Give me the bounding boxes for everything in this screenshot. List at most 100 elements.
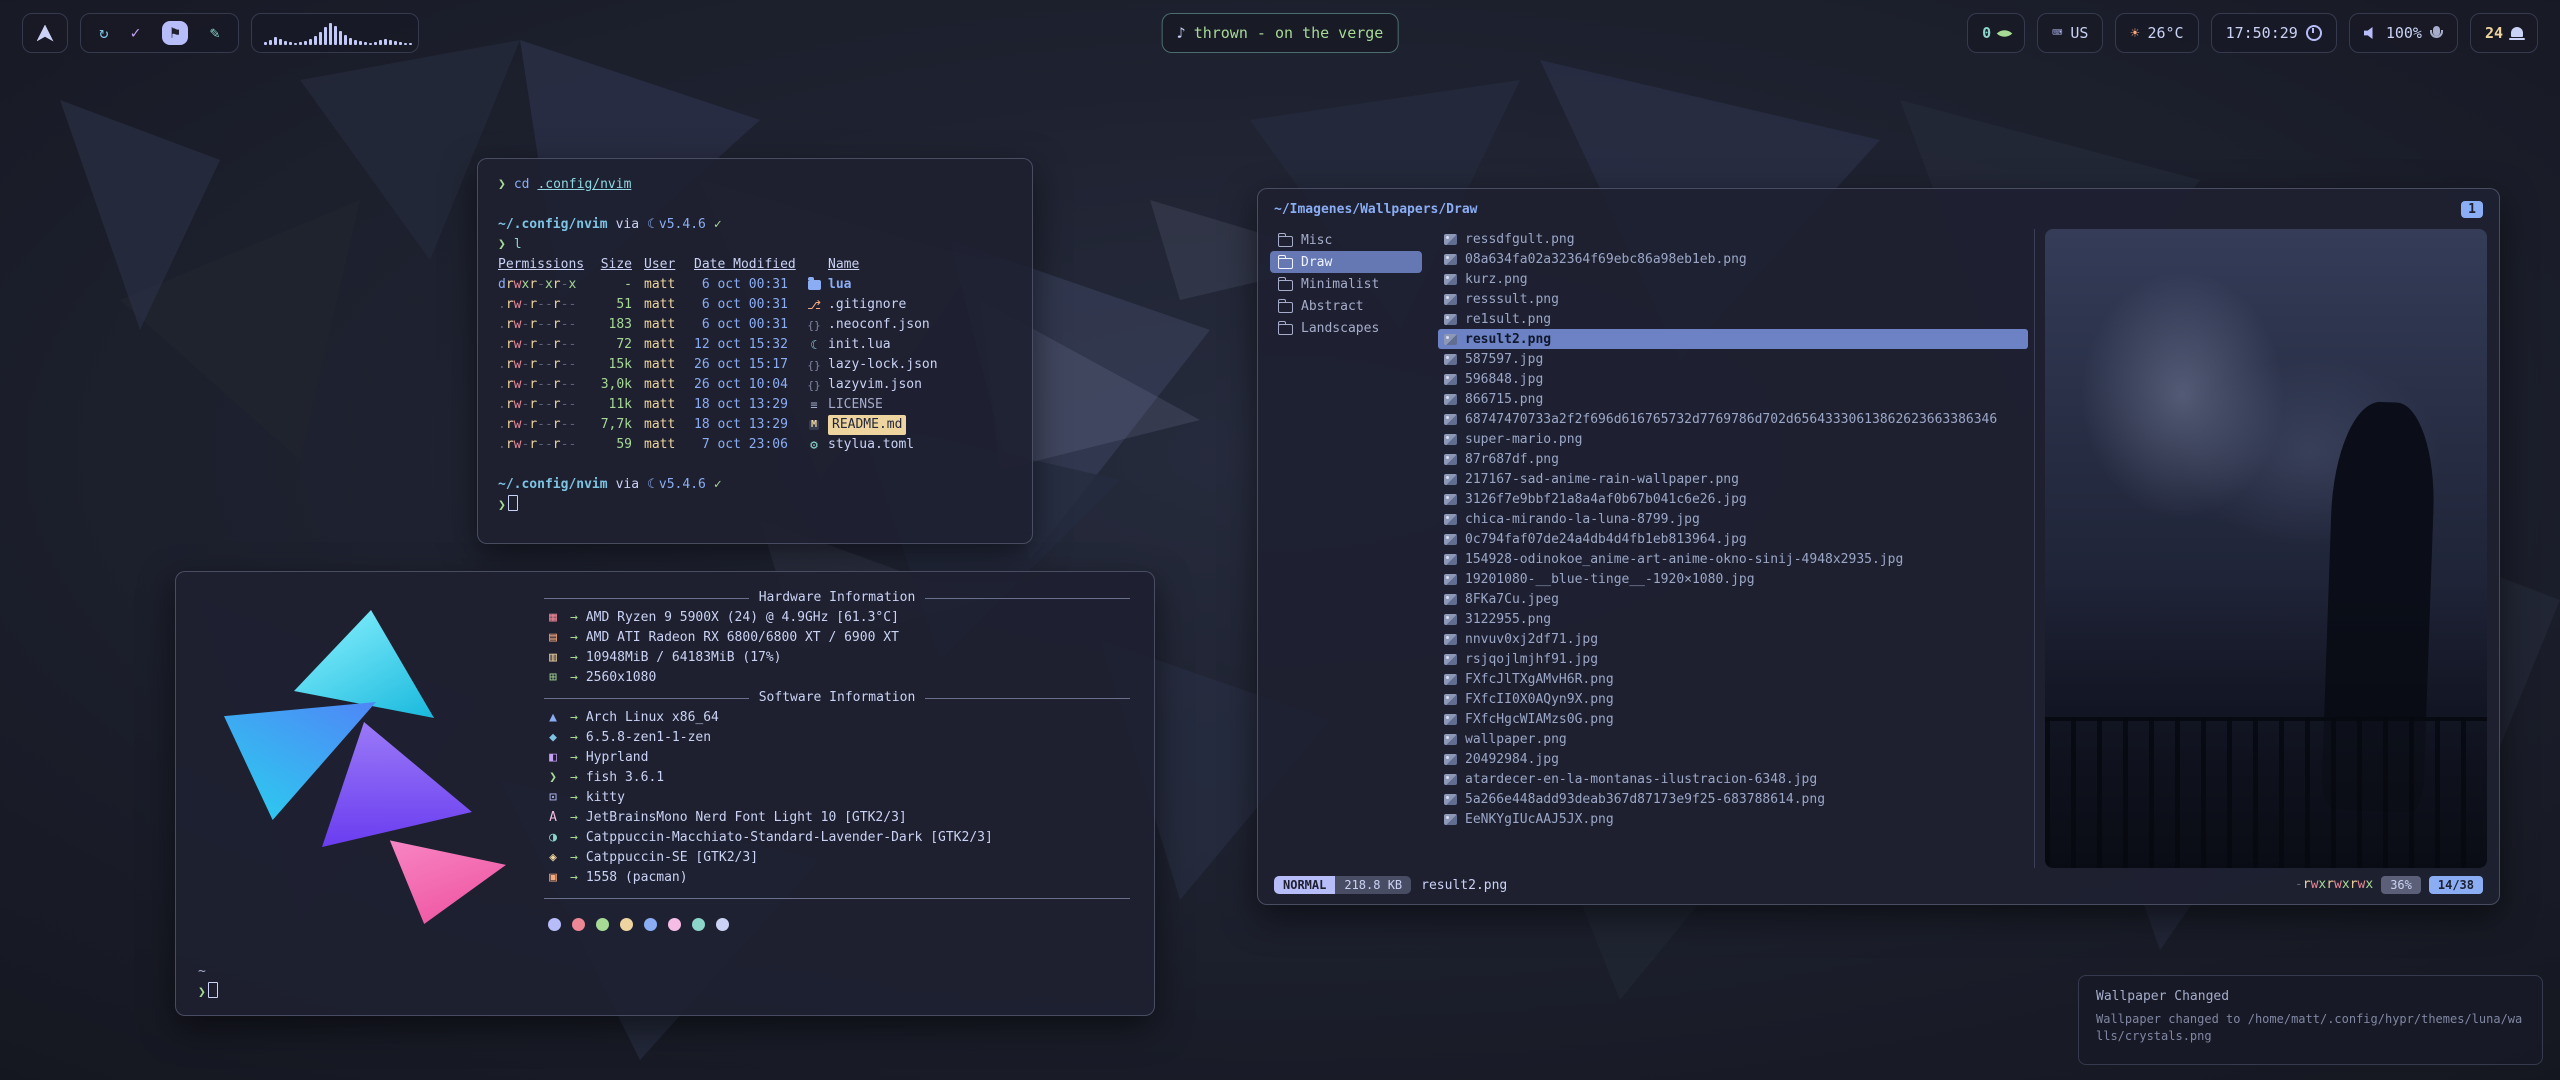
file-list-item[interactable]: 20492984.jpg [1438,749,2028,769]
image-file-icon [1444,754,1457,765]
file-name: 19201080-__blue-tinge__-1920×1080.jpg [1465,572,1755,587]
file-list-item[interactable]: 3122955.png [1438,609,2028,629]
file-list-item[interactable]: 0c794faf07de24a4db4d4fb1eb813964.jpg [1438,529,2028,549]
prompt-input-line[interactable]: ❯ [498,495,1012,515]
software-icon: ◆ [544,728,562,748]
file-listing-row: .rw-r--r-- 15k matt 26 oct 15:17 lazy-lo… [498,355,1012,375]
workspace-button[interactable]: ✓ [131,25,141,41]
file-type-icon [807,360,820,371]
audio-visualizer-module[interactable] [251,13,419,53]
file-list-item[interactable]: nnvuv0xj2df71.jpg [1438,629,2028,649]
file-name: init.lua [828,335,891,355]
file-list-item[interactable]: 5a266e448add93deab367d87173e9f25-6837886… [1438,789,2028,809]
file-manager-window[interactable]: ~/Imagenes/Wallpapers/Draw 1 Misc Draw M… [1257,188,2500,905]
image-file-icon [1444,494,1457,505]
file-list-item[interactable]: 68747470733a2f2f696d616765732d7769786d70… [1438,409,2028,429]
visualizer-bar [354,40,357,45]
section-footer-line [544,888,1130,908]
keyboard-layout-module[interactable]: ⌨ US [2037,13,2103,53]
command: cd [514,177,530,192]
file-name: lazy-lock.json [828,355,938,375]
file-list-item[interactable]: EeNKYgIUcAAJ5JX.png [1438,809,2028,829]
file-name: resssult.png [1465,292,1559,307]
file-list-item[interactable]: re1sult.png [1438,309,2028,329]
command-line: ❯l [498,235,1012,255]
file-name: 87r687df.png [1465,452,1559,467]
sidebar-folder-item[interactable]: Misc [1270,229,1422,251]
software-value: 6.5.8-zen1-1-zen [586,728,711,748]
workspace-button[interactable]: ✎ [210,25,220,41]
temperature-module[interactable]: ☀ 26°C [2115,13,2198,53]
hardware-value: 2560x1080 [586,668,656,688]
arrow-icon: → [570,748,578,768]
file-list-item[interactable]: 587597.jpg [1438,349,2028,369]
launcher-arrow-icon [37,25,54,42]
file-list-item[interactable]: wallpaper.png [1438,729,2028,749]
weather-icon: ☀ [2130,26,2139,41]
sidebar-folder-item[interactable]: Draw [1270,251,1422,273]
workspace-button[interactable]: ↻ [99,25,109,41]
updates-module[interactable]: 0 [1967,13,2025,53]
file-owner: matt [644,415,682,435]
file-name: atardecer-en-la-montanas-ilustracion-634… [1465,772,1817,787]
file-list-item[interactable]: 87r687df.png [1438,449,2028,469]
image-file-icon [1444,514,1457,525]
command-arg: .config/nvim [537,177,631,192]
file-list-item[interactable]: 08a634fa02a32364f69ebc86a98eb1eb.png [1438,249,2028,269]
file-size: 51 [592,295,632,315]
sidebar-folder-item[interactable]: Minimalist [1270,273,1422,295]
volume-module[interactable]: 100% [2349,13,2458,53]
file-date: 26 oct 10:04 [694,375,796,395]
palette-dot [548,918,561,931]
status-bar: ↻ ✓ ⚑ ✎ [22,12,2538,54]
file-list-item[interactable]: FXfcII0X0AQyn9X.png [1438,689,2028,709]
file-list-item[interactable]: 866715.png [1438,389,2028,409]
header-user: User [644,255,682,275]
media-player-module[interactable]: ♪ thrown - on the verge [1162,13,1399,53]
file-list-item[interactable]: atardecer-en-la-montanas-ilustracion-634… [1438,769,2028,789]
file-list-item[interactable]: FXfcHgcWIAMzs0G.png [1438,709,2028,729]
file-list-item[interactable]: chica-mirando-la-luna-8799.jpg [1438,509,2028,529]
fastfetch-terminal-window[interactable]: Hardware Information ▦ → AMD Ryzen 9 590… [175,571,1155,1016]
shell-prompt[interactable]: ~ ❯ [198,962,218,1003]
sidebar-folder-item[interactable]: Landscapes [1270,317,1422,339]
file-list-item[interactable]: rsjqojlmjhf91.jpg [1438,649,2028,669]
file-list-item[interactable]: FXfcJlTXgAMvH6R.png [1438,669,2028,689]
folder-icon [1278,302,1293,313]
file-owner: matt [644,435,682,455]
file-list-item[interactable]: 19201080-__blue-tinge__-1920×1080.jpg [1438,569,2028,589]
sidebar-folder-item[interactable]: Abstract [1270,295,1422,317]
file-list-item[interactable]: resssult.png [1438,289,2028,309]
workspace-button[interactable]: ⚑ [162,21,188,45]
file-list-item[interactable]: 217167-sad-anime-rain-wallpaper.png [1438,469,2028,489]
header-date: Date Modified [694,255,796,275]
file-list-item[interactable]: 596848.jpg [1438,369,2028,389]
image-file-icon [1444,434,1457,445]
notification-popup[interactable]: Wallpaper Changed Wallpaper changed to /… [2078,975,2543,1065]
file-list-item[interactable]: 8FKa7Cu.jpeg [1438,589,2028,609]
tab-count-badge[interactable]: 1 [2461,201,2483,218]
file-type-icon [810,339,817,351]
notifications-module[interactable]: 24 [2470,13,2538,53]
hardware-icon: ⊞ [544,668,562,688]
file-listing-row: .rw-r--r-- 183 matt 6 oct 00:31 .neoconf… [498,315,1012,335]
visualizer-bar [314,36,317,45]
file-list-item[interactable]: 154928-odinokoe_anime-art-anime-okno-sin… [1438,549,2028,569]
file-owner: matt [644,355,682,375]
clock-module[interactable]: 17:50:29 [2211,13,2337,53]
file-list-item[interactable]: result2.png [1438,329,2028,349]
file-list-item[interactable]: kurz.png [1438,269,2028,289]
via-label: via [616,477,639,492]
file-name: stylua.toml [828,435,914,455]
file-list-item[interactable]: ressdfgult.png [1438,229,2028,249]
file-date: 6 oct 00:31 [694,275,796,295]
file-type-icon [810,439,818,452]
file-list-item[interactable]: super-mario.png [1438,429,2028,449]
palette-dot [692,918,705,931]
file-name: 08a634fa02a32364f69ebc86a98eb1eb.png [1465,252,1747,267]
image-file-icon [1444,334,1457,345]
file-list-item[interactable]: 3126f7e9bbf21a8a4af0b67b041c6e26.jpg [1438,489,2028,509]
terminal-window-nvim[interactable]: ❯cd.config/nvim ~/.config/nvimvia☾v5.4.6… [477,158,1033,544]
now-playing-label: thrown - on the verge [1194,24,1384,42]
app-launcher-button[interactable] [22,13,68,53]
